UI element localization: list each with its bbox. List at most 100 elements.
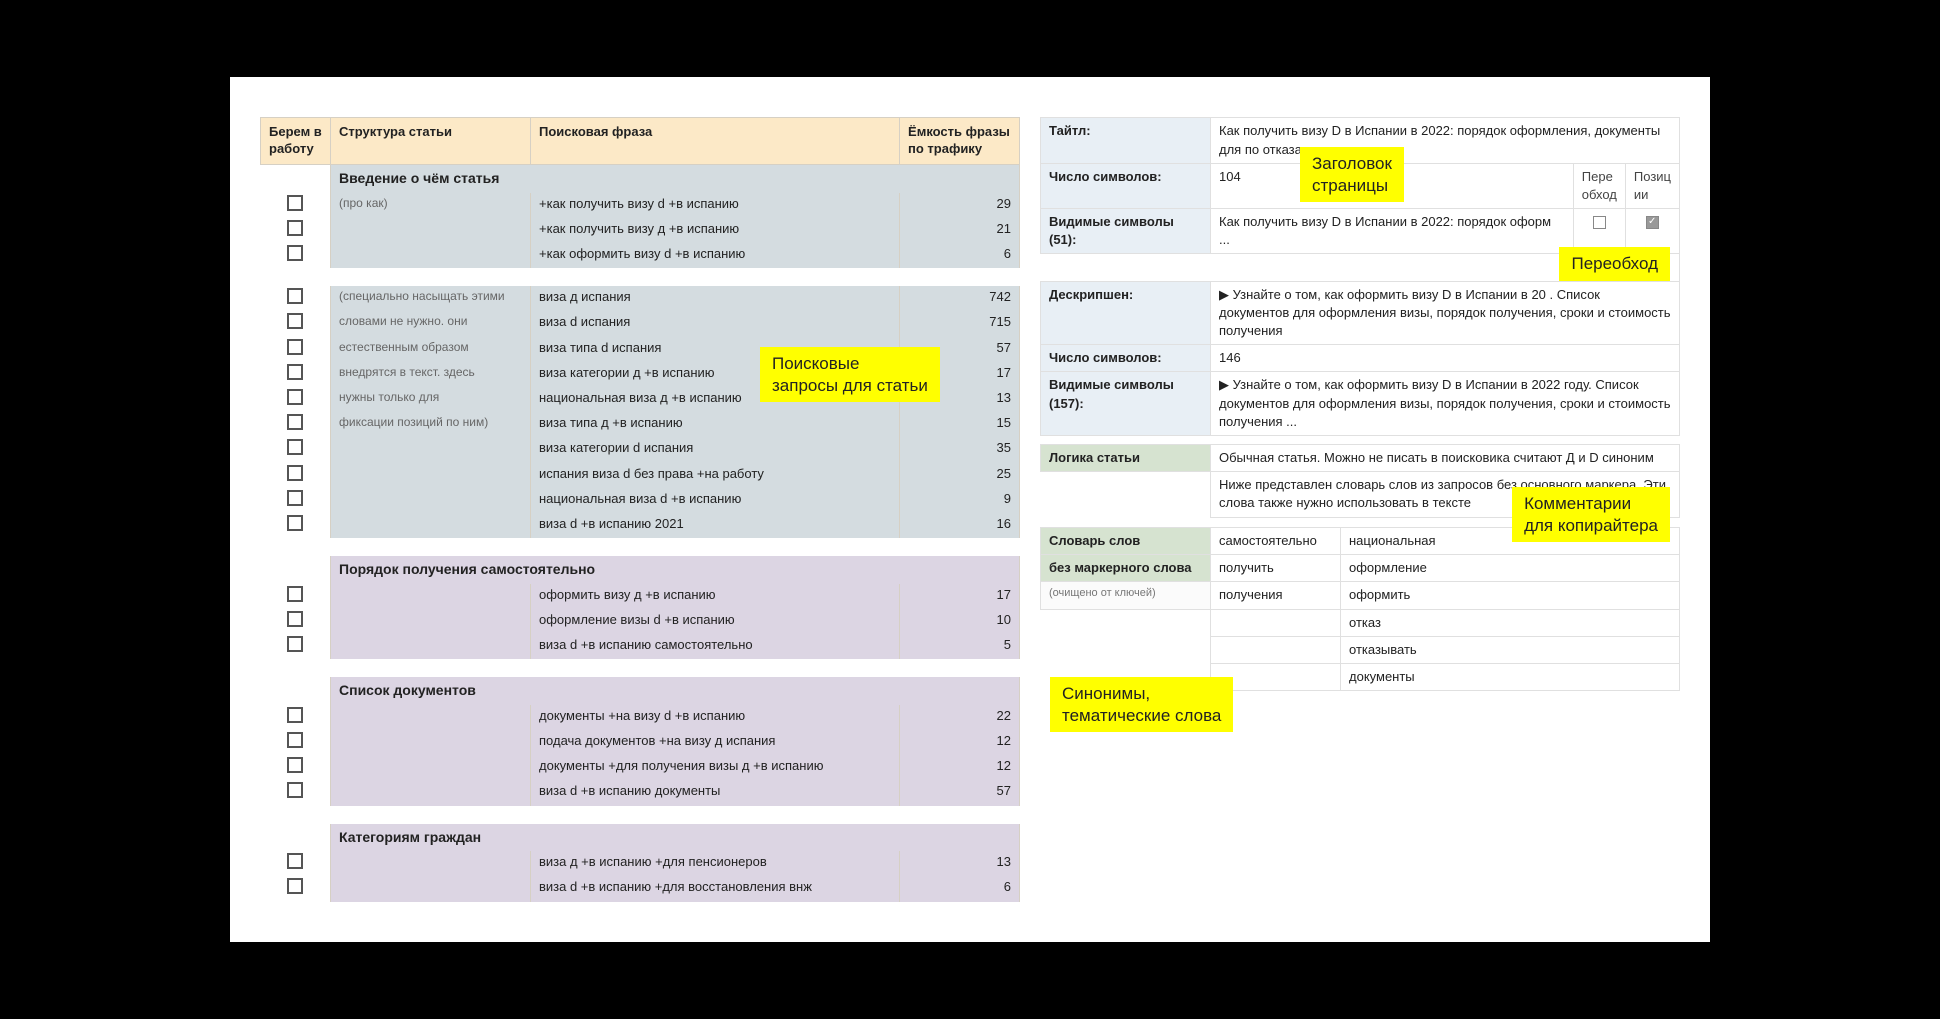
pere-label: Пере обход [1573, 163, 1625, 208]
callout-synonyms: Синонимы, тематические слова [1050, 677, 1233, 732]
header-phrase: Поисковая фраза [531, 118, 900, 165]
section-title: Порядок получения самостоятельно [331, 556, 1020, 584]
search-phrase: национальная виза d +в испанию [531, 488, 900, 513]
traffic-value: 57 [900, 780, 1020, 805]
dict-label-2: без маркерного слова [1041, 555, 1211, 582]
search-phrase: виза d +в испанию 2021 [531, 513, 900, 538]
section-title: Список документов [331, 677, 1020, 705]
struct-note [331, 513, 531, 538]
traffic-value: 9 [900, 488, 1020, 513]
take-checkbox[interactable] [287, 636, 303, 652]
title-value: Как получить визу D в Испании в 2022: по… [1211, 118, 1680, 163]
header-traffic: Ёмкость фразы по трафику [900, 118, 1020, 165]
struct-note [331, 243, 531, 268]
document-frame: Берем в работу Структура статьи Поискова… [230, 77, 1710, 941]
take-checkbox[interactable] [287, 389, 303, 405]
traffic-value: 12 [900, 755, 1020, 780]
desc-label: Дескрипшен: [1041, 281, 1211, 345]
struct-note [331, 609, 531, 634]
take-checkbox[interactable] [287, 465, 303, 481]
take-checkbox[interactable] [287, 313, 303, 329]
dict-word: документы [1341, 663, 1680, 690]
struct-note: естественным образом [331, 337, 531, 362]
take-checkbox[interactable] [287, 288, 303, 304]
struct-note [331, 634, 531, 659]
traffic-value: 13 [900, 851, 1020, 876]
take-checkbox[interactable] [287, 757, 303, 773]
traffic-value: 16 [900, 513, 1020, 538]
traffic-value: 17 [900, 584, 1020, 609]
take-checkbox[interactable] [287, 490, 303, 506]
traffic-value: 35 [900, 437, 1020, 462]
pere-checkbox-1[interactable] [1593, 216, 1606, 229]
take-checkbox[interactable] [287, 339, 303, 355]
chars-label: Число символов: [1041, 163, 1211, 208]
take-checkbox[interactable] [287, 364, 303, 380]
search-phrase: виза d +в испанию +для восстановления вн… [531, 876, 900, 901]
callout-copywriter-comments: Комментарии для копирайтера [1512, 487, 1670, 542]
dict-word: оформить [1341, 582, 1680, 609]
search-phrase: испания виза d без права +на работу [531, 463, 900, 488]
take-checkbox[interactable] [287, 515, 303, 531]
search-phrase: виза д испания [531, 286, 900, 311]
logic-label: Логика статьи [1041, 444, 1211, 471]
struct-note: фиксации позиций по ним) [331, 412, 531, 437]
search-phrase: виза d +в испанию самостоятельно [531, 634, 900, 659]
take-checkbox[interactable] [287, 220, 303, 236]
traffic-value: 12 [900, 730, 1020, 755]
take-checkbox[interactable] [287, 195, 303, 211]
section-title: Категориям граждан [331, 824, 1020, 852]
title-label: Тайтл: [1041, 118, 1211, 163]
search-phrase: +как получить визу д +в испанию [531, 218, 900, 243]
callout-page-title: Заголовок страницы [1300, 147, 1404, 202]
take-checkbox[interactable] [287, 611, 303, 627]
take-checkbox[interactable] [287, 853, 303, 869]
pos-checkbox-1[interactable] [1646, 216, 1659, 229]
right-pane: Тайтл: Как получить визу D в Испании в 2… [1040, 117, 1680, 901]
callout-search-queries: Поисковые запросы для статьи [760, 347, 940, 402]
desc-chars-value: 146 [1211, 345, 1680, 372]
keywords-table: Берем в работу Структура статьи Поискова… [260, 117, 1020, 901]
visible-value: Как получить визу D в Испании в 2022: по… [1211, 209, 1574, 254]
search-phrase: виза d испания [531, 311, 900, 336]
search-phrase: виза типа д +в испанию [531, 412, 900, 437]
take-checkbox[interactable] [287, 707, 303, 723]
take-checkbox[interactable] [287, 782, 303, 798]
pos-label: Позиц ии [1625, 163, 1679, 208]
take-checkbox[interactable] [287, 878, 303, 894]
desc-chars-label: Число символов: [1041, 345, 1211, 372]
traffic-value: 715 [900, 311, 1020, 336]
struct-note [331, 780, 531, 805]
struct-note [331, 876, 531, 901]
take-checkbox[interactable] [287, 439, 303, 455]
take-checkbox[interactable] [287, 245, 303, 261]
traffic-value: 5 [900, 634, 1020, 659]
left-pane: Берем в работу Структура статьи Поискова… [260, 117, 1020, 901]
traffic-value: 6 [900, 876, 1020, 901]
dict-word: отказывать [1341, 636, 1680, 663]
desc-visible-value: ▶ Узнайте о том, как оформить визу D в И… [1211, 372, 1680, 436]
take-checkbox[interactable] [287, 732, 303, 748]
struct-note [331, 218, 531, 243]
take-checkbox[interactable] [287, 414, 303, 430]
dictionary-table: Словарь словсамостоятельнонациональнаябе… [1040, 527, 1680, 691]
search-phrase: виза категории d испания [531, 437, 900, 462]
dict-word: самостоятельно [1211, 528, 1341, 555]
dict-word: оформление [1341, 555, 1680, 582]
search-phrase: виза д +в испанию +для пенсионеров [531, 851, 900, 876]
take-checkbox[interactable] [287, 586, 303, 602]
traffic-value: 15 [900, 412, 1020, 437]
search-phrase: оформление визы d +в испанию [531, 609, 900, 634]
struct-note: нужны только для [331, 387, 531, 412]
search-phrase: документы +для получения визы д +в испан… [531, 755, 900, 780]
visible-label: Видимые символы (51): [1041, 209, 1211, 254]
search-phrase: виза d +в испанию документы [531, 780, 900, 805]
struct-note [331, 705, 531, 730]
traffic-value: 21 [900, 218, 1020, 243]
header-take: Берем в работу [261, 118, 331, 165]
struct-note [331, 463, 531, 488]
desc-visible-label: Видимые символы (157): [1041, 372, 1211, 436]
traffic-value: 25 [900, 463, 1020, 488]
dict-note: (очищено от ключей) [1041, 582, 1211, 609]
dict-word: получить [1211, 555, 1341, 582]
